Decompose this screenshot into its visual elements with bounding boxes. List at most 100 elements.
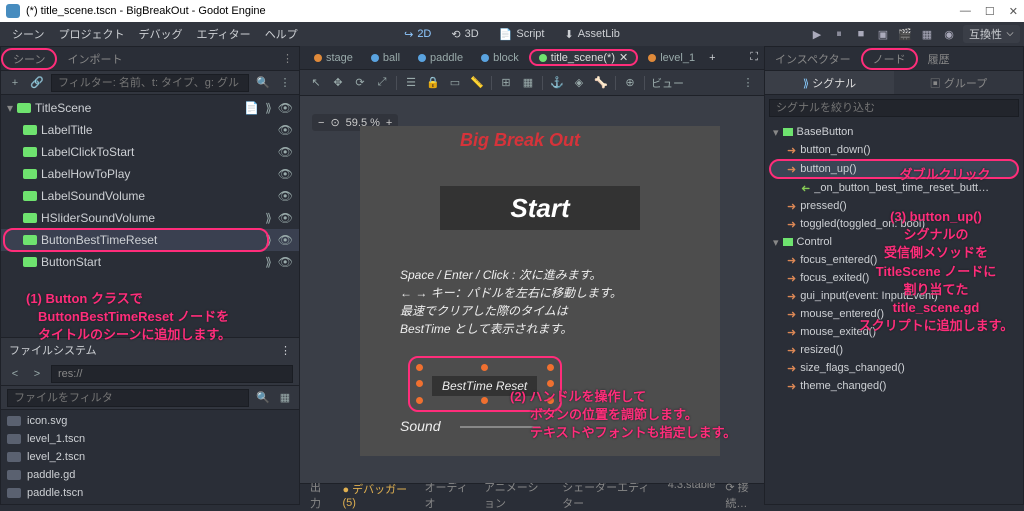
- signal-item[interactable]: ➜toggled(toggled_on: bool): [769, 215, 1019, 233]
- tab-scene[interactable]: シーン: [1, 48, 57, 70]
- visibility-icon[interactable]: 👁: [278, 101, 293, 115]
- subtab-signal[interactable]: ⟫ シグナル: [765, 71, 894, 94]
- signal-item-selected[interactable]: ➜button_up(): [769, 159, 1019, 179]
- fwd-icon[interactable]: >: [29, 368, 45, 380]
- menu-debug[interactable]: デバッグ: [138, 26, 182, 42]
- scale-tool-icon[interactable]: ⤢: [374, 76, 390, 89]
- tree-node[interactable]: ButtonStart⟫👁: [1, 251, 299, 273]
- signal-item[interactable]: ➜mouse_entered(): [769, 305, 1019, 323]
- signal-class[interactable]: ▾ BaseButton: [769, 123, 1019, 141]
- signal-item[interactable]: ➜gui_input(event: InputEvent): [769, 287, 1019, 305]
- scene-tab[interactable]: stage: [306, 50, 361, 66]
- list-icon[interactable]: ☰: [403, 76, 419, 89]
- tab-debugger[interactable]: ● デバッガー (5): [342, 481, 410, 509]
- tab-inspector[interactable]: インスペクター: [765, 48, 861, 70]
- add-tab-icon[interactable]: +: [709, 52, 715, 64]
- mode-2d[interactable]: ↪ 2D: [396, 26, 439, 43]
- grid-snap-icon[interactable]: ▦: [520, 76, 536, 89]
- mode-3d[interactable]: ⟲ 3D: [443, 26, 486, 43]
- signal-item[interactable]: ➜button_down(): [769, 141, 1019, 159]
- grid-icon[interactable]: ▦: [277, 391, 293, 404]
- fs-item[interactable]: icon.svg: [7, 412, 293, 430]
- signal-filter-input[interactable]: [769, 99, 1019, 117]
- signal-item[interactable]: ➜focus_entered(): [769, 251, 1019, 269]
- move-tool-icon[interactable]: ✥: [330, 76, 346, 89]
- scene-filter-input[interactable]: [51, 74, 249, 92]
- expand-icon[interactable]: ⛶: [750, 51, 758, 64]
- movie-icon[interactable]: ◉: [941, 27, 957, 41]
- remote-icon[interactable]: ▣: [875, 27, 891, 41]
- lock-icon[interactable]: 🔒: [425, 76, 441, 89]
- menu-editor[interactable]: エディター: [196, 26, 250, 42]
- selection-handles[interactable]: [420, 368, 550, 400]
- play-icon[interactable]: ▶: [809, 27, 825, 41]
- mode-assetlib[interactable]: ⬇ AssetLib: [556, 26, 627, 43]
- fs-filter-input[interactable]: [7, 389, 249, 407]
- tab-node[interactable]: ノード: [861, 48, 918, 70]
- zoom-out-icon[interactable]: −: [318, 117, 324, 129]
- menu-scene[interactable]: シーン: [12, 26, 44, 42]
- rotate-tool-icon[interactable]: ⟳: [352, 76, 368, 89]
- script-icon[interactable]: 📄: [244, 101, 259, 115]
- view-dropdown[interactable]: ビュー: [651, 75, 684, 91]
- tab-shader[interactable]: シェーダーエディター: [562, 479, 654, 511]
- tab-import[interactable]: インポート: [57, 48, 132, 70]
- select-tool-icon[interactable]: ↖: [308, 76, 324, 89]
- more-icon[interactable]: ⋮: [740, 76, 756, 89]
- pause-icon[interactable]: ⏸: [831, 27, 847, 41]
- subtab-group[interactable]: ▣ グループ: [894, 71, 1023, 94]
- fs-path-input[interactable]: [51, 365, 293, 383]
- signal-class[interactable]: ▾ Control: [769, 233, 1019, 251]
- window-close[interactable]: ✕: [1009, 5, 1018, 18]
- scene-tab-active[interactable]: title_scene(*) ✕: [529, 49, 638, 66]
- back-icon[interactable]: <: [7, 368, 23, 380]
- tree-node[interactable]: LabelHowToPlay👁: [1, 163, 299, 185]
- signal-connection[interactable]: ➜_on_button_best_time_reset_butt…: [769, 179, 1019, 197]
- tree-node[interactable]: HSliderSoundVolume⟫👁: [1, 207, 299, 229]
- center-icon[interactable]: ⊕: [622, 76, 638, 89]
- tab-audio[interactable]: オーディオ: [425, 479, 470, 511]
- tab-animation[interactable]: アニメーション: [484, 479, 548, 511]
- tab-output[interactable]: 出力: [310, 479, 328, 511]
- ruler-icon[interactable]: 📏: [469, 76, 485, 89]
- viewport-2d[interactable]: − ⊙ 59.5 % + Big Break Out Start Space /…: [300, 96, 764, 483]
- link-icon[interactable]: 🔗: [29, 76, 45, 89]
- scene-tab[interactable]: paddle: [410, 50, 471, 66]
- play-custom-icon[interactable]: ▦: [919, 27, 935, 41]
- play-scene-icon[interactable]: 🎬: [897, 27, 913, 41]
- mode-script[interactable]: 📄 Script: [491, 26, 553, 43]
- menu-help[interactable]: ヘルプ: [265, 26, 298, 42]
- tab-history[interactable]: 履歴: [918, 48, 960, 70]
- signal-item[interactable]: ➜mouse_exited(): [769, 323, 1019, 341]
- sync-status[interactable]: ⟳ 接続…: [725, 479, 754, 511]
- signal-item[interactable]: ➜resized(): [769, 341, 1019, 359]
- menu-project[interactable]: プロジェクト: [58, 26, 124, 42]
- tree-node[interactable]: LabelSoundVolume👁: [1, 185, 299, 207]
- fs-item[interactable]: paddle.tscn: [7, 484, 293, 502]
- pivot-icon[interactable]: ◈: [571, 76, 587, 89]
- fs-item[interactable]: level_1.tscn: [7, 430, 293, 448]
- window-maximize[interactable]: ☐: [985, 5, 995, 18]
- anchor-icon[interactable]: ⚓: [549, 76, 565, 89]
- tree-node-root[interactable]: ▾ TitleScene 📄⟫👁: [1, 97, 299, 119]
- signal-item[interactable]: ➜size_flags_changed(): [769, 359, 1019, 377]
- signal-item[interactable]: ➜theme_changed(): [769, 377, 1019, 395]
- close-icon[interactable]: ✕: [619, 51, 628, 64]
- tree-node[interactable]: LabelTitle👁: [1, 119, 299, 141]
- stop-icon[interactable]: ■: [853, 27, 869, 41]
- panel-menu-icon[interactable]: ⋮: [282, 52, 299, 65]
- more-icon[interactable]: ⋮: [277, 76, 293, 89]
- fs-item[interactable]: level_2.tscn: [7, 448, 293, 466]
- renderer-dropdown[interactable]: 互換性: [963, 25, 1020, 43]
- add-node-icon[interactable]: +: [7, 77, 23, 89]
- signal-item[interactable]: ➜focus_exited(): [769, 269, 1019, 287]
- signal-item[interactable]: ➜pressed(): [769, 197, 1019, 215]
- scene-tab[interactable]: level_1: [640, 50, 703, 66]
- search-icon[interactable]: 🔍: [255, 391, 271, 404]
- scene-tab[interactable]: block: [473, 50, 527, 66]
- tree-node[interactable]: LabelClickToStart👁: [1, 141, 299, 163]
- scene-tab[interactable]: ball: [363, 50, 408, 66]
- window-minimize[interactable]: —: [960, 5, 971, 18]
- tree-node-selected[interactable]: ButtonBestTimeReset ⟫👁: [1, 229, 299, 251]
- group-icon[interactable]: ▭: [447, 76, 463, 89]
